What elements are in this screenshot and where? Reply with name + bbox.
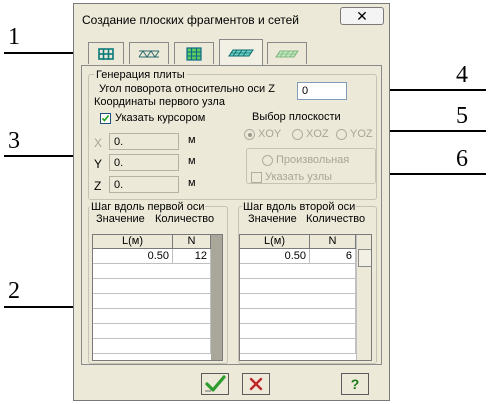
table-row[interactable] [240, 294, 356, 309]
table-row[interactable] [240, 324, 356, 339]
callout-6: 6 [456, 146, 468, 172]
step2-cell-n[interactable]: 6 [310, 249, 356, 264]
coord-y-input[interactable]: 0. [109, 154, 179, 171]
table-row[interactable] [93, 294, 211, 309]
tab-mesh[interactable] [267, 42, 307, 64]
cancel-x-icon [249, 377, 263, 391]
dialog-title: Создание плоских фрагментов и сетей [82, 13, 299, 27]
tab-panel: Генерация плиты Угол поворота относитель… [81, 65, 382, 365]
checkmark-icon [101, 115, 110, 122]
plane-title: Выбор плоскости [252, 111, 341, 123]
coord-z-axis: Z [94, 179, 102, 193]
arbitrary-radio[interactable] [262, 155, 273, 166]
callout-5: 5 [456, 103, 468, 129]
frame-grid-icon [98, 47, 114, 60]
coord-x-unit: м [188, 134, 196, 146]
callout-1: 1 [8, 24, 20, 50]
coord-z-unit: м [188, 177, 196, 189]
step1-scrollbar[interactable] [211, 235, 222, 360]
step2-header-n: N [310, 235, 356, 249]
step2-col-value: Значение [248, 213, 297, 225]
coord-y-unit: м [188, 155, 196, 167]
green-grid-icon [186, 46, 202, 61]
step2-col-count: Количество [306, 213, 366, 225]
callout-3: 3 [8, 128, 20, 154]
cancel-button[interactable] [242, 373, 270, 395]
plane-option-xoz: XOZ [306, 128, 329, 140]
plane-radio-yoz[interactable] [336, 129, 347, 140]
step1-table[interactable]: L(м) N 0.50 12 [92, 234, 223, 361]
plane-radio-xoz[interactable] [292, 129, 303, 140]
coord-y-axis: Y [94, 157, 103, 171]
plane-option-xoy: XOY [258, 128, 282, 140]
tab-frame[interactable] [88, 42, 124, 64]
callout-4: 4 [456, 62, 468, 88]
table-row[interactable] [93, 264, 211, 279]
help-button[interactable]: ? [341, 373, 369, 395]
coord-x-axis: X [94, 136, 103, 150]
table-row[interactable] [93, 309, 211, 324]
step2-header-l: L(м) [240, 235, 310, 249]
truss-icon [138, 49, 160, 58]
step2-table[interactable]: L(м) N 0.50 6 [239, 234, 372, 361]
mesh-icon [275, 50, 299, 57]
table-row[interactable] [240, 279, 356, 294]
step2-cell-l[interactable]: 0.50 [240, 249, 310, 264]
cursor-label: Указать курсором [115, 112, 206, 124]
table-row[interactable] [240, 309, 356, 324]
table-row[interactable] [93, 339, 211, 354]
step1-cell-n[interactable]: 12 [173, 249, 211, 264]
table-row[interactable] [93, 279, 211, 294]
step2-scroll-thumb[interactable] [358, 249, 371, 267]
nodes-checkbox[interactable] [251, 172, 262, 183]
first-node-label: Координаты первого узла [94, 96, 225, 108]
rotation-input[interactable]: 0 [297, 82, 347, 100]
apply-check-icon [205, 375, 226, 392]
table-row[interactable] [240, 264, 356, 279]
step1-cell-l[interactable]: 0.50 [93, 249, 173, 264]
step1-header-l: L(м) [93, 235, 173, 249]
table-row[interactable] [93, 324, 211, 339]
plate-group-title: Генерация плиты [94, 69, 187, 81]
plane-radio-xoy[interactable] [244, 129, 255, 140]
tab-truss[interactable] [129, 42, 169, 64]
tab-plate[interactable] [219, 39, 263, 66]
coord-x-input[interactable]: 0. [109, 133, 179, 150]
close-icon: ✕ [356, 8, 368, 24]
step1-col-value: Значение [96, 213, 145, 225]
step2-scrollbar[interactable] [356, 235, 371, 360]
arbitrary-label: Произвольная [276, 154, 350, 166]
step2-title: Шаг вдоль второй оси [242, 201, 357, 213]
plate-icon [228, 49, 254, 57]
close-button[interactable]: ✕ [340, 7, 384, 25]
apply-button[interactable] [201, 373, 229, 395]
help-icon: ? [350, 376, 360, 392]
plane-option-yoz: YOZ [350, 128, 373, 140]
step1-col-count: Количество [155, 213, 215, 225]
tab-grid[interactable] [174, 42, 214, 64]
rotation-label: Угол поворота относительно оси Z [99, 83, 275, 95]
callout-2: 2 [8, 278, 20, 304]
title-bar: Создание плоских фрагментов и сетей ✕ [74, 4, 389, 34]
dialog-window: Создание плоских фрагментов и сетей ✕ Ге… [73, 3, 390, 401]
step1-title: Шаг вдоль первой оси [90, 201, 206, 213]
nodes-label: Указать узлы [265, 171, 333, 183]
table-row[interactable] [240, 339, 356, 354]
step1-header-n: N [173, 235, 211, 249]
coord-z-input[interactable]: 0. [109, 176, 179, 193]
cursor-checkbox[interactable] [100, 113, 111, 124]
